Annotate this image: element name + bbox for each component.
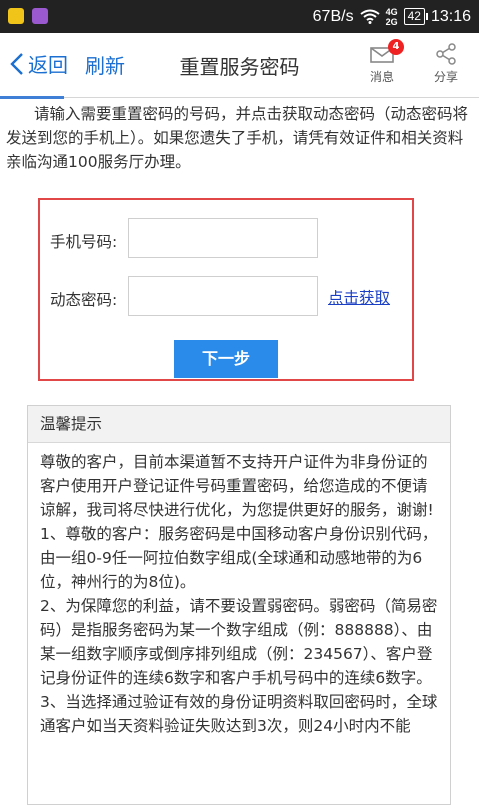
header-accent-line — [0, 96, 64, 99]
share-label: 分享 — [433, 70, 458, 84]
messages-label: 消息 — [369, 70, 394, 84]
dynamic-code-input[interactable] — [128, 276, 318, 316]
phone-number-input[interactable] — [128, 218, 318, 258]
phone-label: 手机号码: — [50, 233, 118, 251]
battery-level: 42 — [407, 9, 421, 23]
network-type: 4G — [385, 6, 398, 17]
tips-panel: 温馨提示 尊敬的客户，目前本渠道暂不支持开户证件为非身份证的客户使用开户登记证件… — [27, 405, 451, 805]
intro-text: 请输入需要重置密码的号码，并点击获取动态密码（动态密码将发送到您的手机上）。如果… — [6, 105, 469, 171]
battery-icon: 42 — [403, 8, 429, 25]
page-title: 重置服务密码 — [179, 55, 300, 79]
app-header: 返回 刷新 重置服务密码 4 消息 分享 — [0, 33, 479, 98]
dynamic-code-label: 动态密码: — [50, 291, 118, 309]
messages-button[interactable]: 4 消息 — [360, 39, 404, 85]
message-count-badge: 4 — [388, 39, 404, 55]
network-speed: 67B/s — [312, 7, 354, 25]
tips-title: 温馨提示 — [28, 406, 450, 443]
tips-paragraph: 1、尊敬的客户：服务密码是中国移动客户身份识别代码，由一组0-9任一阿拉伯数字组… — [40, 525, 438, 591]
share-button[interactable]: 分享 — [424, 39, 468, 85]
clock: 13:16 — [430, 7, 471, 25]
status-indicators: 67B/s 4G 2G 42 13:16 — [313, 0, 471, 33]
wifi-icon — [359, 9, 380, 24]
chat-app-icon — [8, 8, 24, 24]
tips-paragraph: 尊敬的客户，目前本渠道暂不支持开户证件为非身份证的客户使用开户登记证件号码重置密… — [40, 453, 434, 519]
tips-body: 尊敬的客户，目前本渠道暂不支持开户证件为非身份证的客户使用开户登记证件号码重置密… — [28, 443, 450, 738]
share-icon — [436, 43, 456, 65]
network-type-secondary: 2G — [385, 16, 398, 27]
status-bar: 67B/s 4G 2G 42 13:16 — [0, 0, 479, 33]
signal-icon: 4G 2G — [386, 7, 398, 27]
reset-password-form: 手机号码: 动态密码: 点击获取 下一步 — [38, 198, 414, 381]
next-step-button[interactable]: 下一步 — [174, 340, 278, 378]
tips-paragraph: 3、当选择通过验证有效的身份证明资料取回密码时，全球通客户如当天资料验证失败达到… — [40, 693, 438, 735]
tips-paragraph: 2、为保障您的利益，请不要设置弱密码。弱密码（简易密码）是指服务密码为某一个数字… — [40, 597, 438, 687]
gallery-app-icon — [32, 8, 48, 24]
get-code-link[interactable]: 点击获取 — [328, 286, 390, 308]
